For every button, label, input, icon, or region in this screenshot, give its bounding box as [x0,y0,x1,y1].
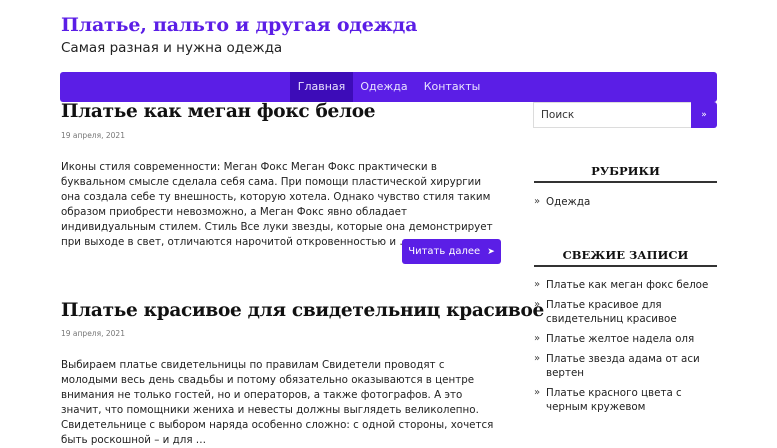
category-item[interactable]: Одежда [534,195,717,209]
recent-post-item[interactable]: Платье красивое для свидетельниц красиво… [534,298,717,326]
search-form: » [533,102,717,128]
post-excerpt: Выбираем платье свидетельницы по правила… [61,359,494,446]
post-date: 19 апреля, 2021 [61,131,125,140]
arrow-right-icon: ➤ [487,247,495,257]
read-more-button[interactable]: Читать далее ➤ [402,239,501,264]
post-title[interactable]: Платье как меган фокс белое [61,101,376,122]
post-title[interactable]: Платье красивое для свидетельниц красиво… [61,300,544,321]
recent-post-item[interactable]: Платье как меган фокс белое [534,278,717,292]
site-title[interactable]: Платье, пальто и другая одежда [61,14,417,36]
recent-post-item[interactable]: Платье желтое надела оля [534,332,717,346]
main-navigation: Главная Одежда Контакты [60,72,717,102]
recent-posts-widget-title: СВЕЖИЕ ЗАПИСИ [534,248,717,267]
post-date: 19 апреля, 2021 [61,329,125,338]
recent-post-item[interactable]: Платье звезда адама от аси вертен [534,352,717,380]
double-chevron-right-icon: » [701,110,707,120]
nav-item-home[interactable]: Главная [290,72,353,102]
read-more-label: Читать далее [408,246,481,257]
categories-widget-title: РУБРИКИ [534,164,717,183]
search-button[interactable]: » [691,102,717,128]
categories-list: Одежда [534,195,717,209]
recent-posts-list: Платье как меган фокс белое Платье краси… [534,278,717,414]
recent-post-item[interactable]: Платье красного цвета с черным кружевом [534,386,717,414]
nav-item-clothing[interactable]: Одежда [353,72,415,102]
site-description: Самая разная и нужна одежда [61,40,283,56]
post-excerpt: Иконы стиля современности: Меган Фокс Ме… [61,161,493,248]
search-input[interactable] [533,102,691,128]
nav-item-contacts[interactable]: Контакты [417,72,487,102]
